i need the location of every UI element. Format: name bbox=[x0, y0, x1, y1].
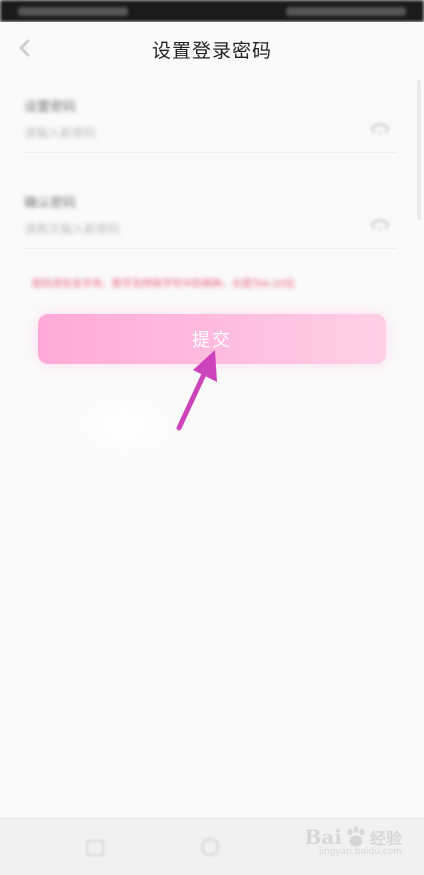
watermark-brand-a: Bai bbox=[304, 825, 342, 849]
system-nav-bar: Bai 经验 jingyan.baidu.com bbox=[0, 818, 424, 875]
baidu-jingyan-watermark: Bai 经验 jingyan.baidu.com bbox=[305, 825, 402, 857]
new-password-label: 设置密码 bbox=[24, 100, 77, 115]
recent-apps-button[interactable] bbox=[82, 835, 104, 857]
home-button[interactable] bbox=[198, 835, 220, 857]
header: 设置登录密码 bbox=[0, 22, 424, 78]
field-divider bbox=[24, 248, 396, 249]
confirm-password-label: 确认密码 bbox=[24, 196, 77, 211]
confirm-password-input[interactable] bbox=[24, 218, 354, 240]
eye-icon[interactable] bbox=[370, 122, 390, 136]
field-divider bbox=[24, 152, 396, 153]
circle-icon bbox=[201, 838, 219, 856]
new-password-input[interactable] bbox=[24, 122, 354, 144]
new-password-field: 设置密码 bbox=[24, 96, 396, 172]
status-bar-right-info bbox=[286, 7, 406, 16]
status-bar-left-info bbox=[18, 7, 128, 16]
watermark-brand-b: 经验 bbox=[369, 829, 402, 848]
submit-button[interactable]: 提交 bbox=[38, 314, 386, 364]
photo-glare bbox=[70, 390, 180, 460]
paw-icon bbox=[347, 826, 365, 847]
status-bar bbox=[0, 0, 424, 22]
square-icon bbox=[86, 840, 104, 856]
eye-icon[interactable] bbox=[370, 218, 390, 232]
page-title: 设置登录密码 bbox=[151, 40, 272, 62]
password-rule-hint: 密码须包含字母、数字及特殊字符中的两种，长度为8-20位 bbox=[32, 279, 295, 290]
scroll-indicator bbox=[417, 80, 421, 220]
watermark-url: jingyan.baidu.com bbox=[318, 847, 402, 857]
confirm-password-field: 确认密码 bbox=[24, 192, 396, 268]
